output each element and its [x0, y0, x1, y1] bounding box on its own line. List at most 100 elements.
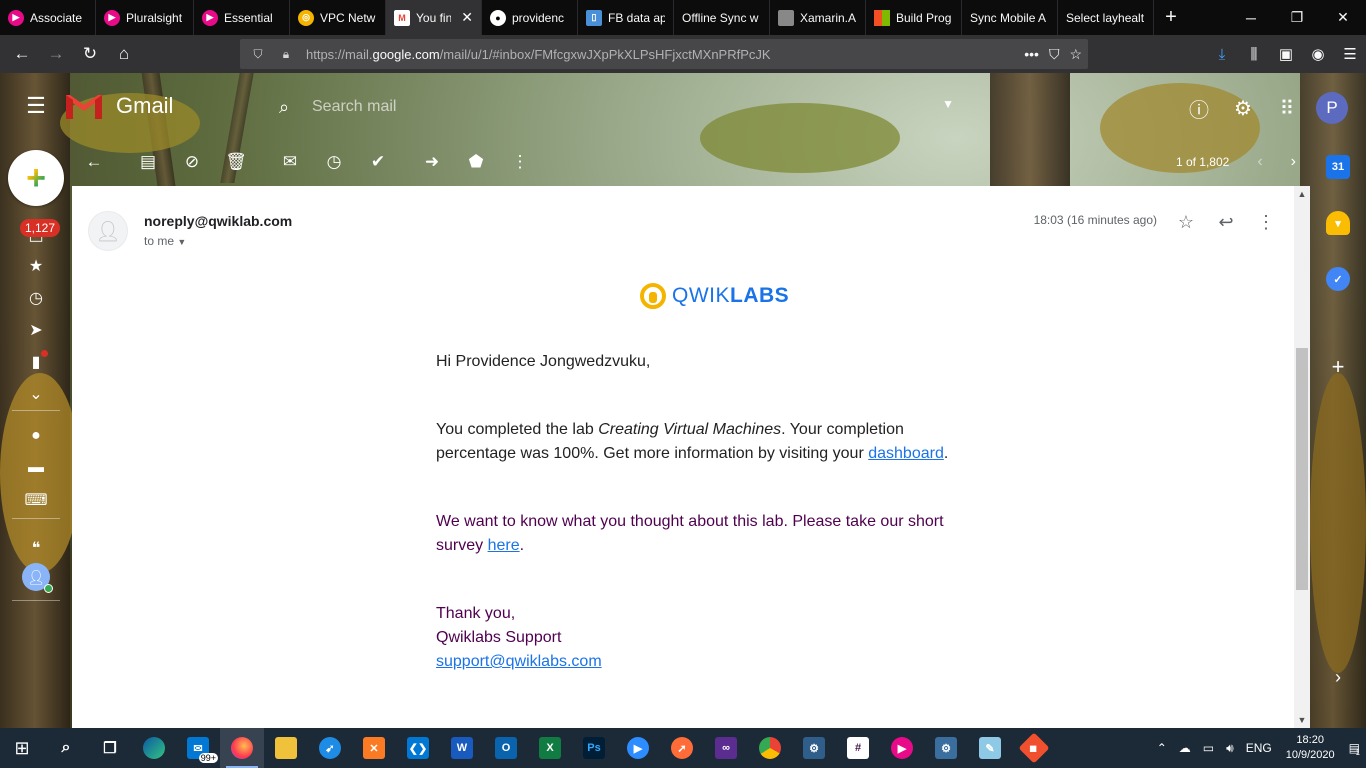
drafts-icon[interactable]: ▮ [22, 350, 50, 374]
archive-icon[interactable]: ▤ [126, 142, 170, 182]
language-indicator[interactable]: ENG [1240, 741, 1278, 755]
snoozed-icon[interactable]: ◷ [22, 286, 50, 310]
close-tab-icon[interactable]: ✕ [461, 9, 473, 26]
show-hidden-icons-chevron-icon[interactable]: ⌃ [1151, 741, 1173, 755]
download-icon[interactable]: ⤓ [1206, 46, 1238, 63]
browser-tab[interactable]: ▶ Essential [194, 0, 290, 35]
git-icon[interactable]: ◆ [1012, 728, 1056, 768]
shield-icon[interactable]: ⛉ [248, 47, 268, 62]
browser-tab[interactable]: ▯ FB data ap [578, 0, 674, 35]
firefox-icon[interactable] [220, 728, 264, 768]
gmail-logo-icon[interactable] [64, 91, 104, 121]
new-tab-button[interactable]: + [1154, 0, 1188, 35]
older-icon[interactable]: › [1291, 153, 1296, 171]
show-details-icon[interactable]: ▼ [177, 237, 186, 247]
sent-icon[interactable]: ➤ [22, 318, 50, 342]
restore-icon[interactable]: ❐ [1274, 0, 1320, 35]
browser-tab[interactable]: Build Prog [866, 0, 962, 35]
reload-icon[interactable]: ↻ [74, 38, 106, 70]
file-explorer-icon[interactable] [264, 728, 308, 768]
minimize-icon[interactable]: ─ [1228, 0, 1274, 35]
tasks-icon[interactable]: ✓ [1326, 267, 1350, 291]
browser-tab[interactable]: Xamarin.A [770, 0, 866, 35]
recipient-details[interactable]: to me ▼ [144, 234, 186, 248]
survey-link[interactable]: here [488, 537, 520, 554]
word-icon[interactable]: W [440, 728, 484, 768]
support-email-link[interactable]: support@qwiklabs.com [436, 653, 602, 670]
zoom-icon[interactable]: ▶ [616, 728, 660, 768]
help-icon[interactable]: ⓘ [1184, 93, 1214, 123]
home-icon[interactable]: ⌂ [108, 38, 140, 70]
browser-tab-active[interactable]: M You fin ✕ [386, 0, 482, 35]
snooze-icon[interactable]: ◷ [312, 142, 356, 182]
report-spam-icon[interactable]: ⊘ [170, 142, 214, 182]
reply-icon[interactable]: ↩ [1212, 208, 1240, 236]
edge-icon[interactable] [132, 728, 176, 768]
more-actions-icon[interactable]: ⋮ [498, 142, 542, 182]
bookmark-star-icon[interactable]: ☆ [1069, 46, 1082, 63]
database-tool-icon[interactable]: ⚙ [924, 728, 968, 768]
hangouts-icon[interactable]: ● [22, 424, 50, 448]
search-input[interactable] [312, 98, 872, 116]
vscode-icon[interactable]: ❮❯ [396, 728, 440, 768]
starred-icon[interactable]: ★ [22, 254, 50, 278]
scroll-thumb[interactable] [1296, 348, 1308, 590]
get-addons-plus-icon[interactable]: + [1326, 354, 1350, 379]
notepad-icon[interactable]: ✎ [968, 728, 1012, 768]
calendar-icon[interactable]: 31 [1326, 155, 1350, 179]
sidebar-icon[interactable]: ▣ [1270, 45, 1302, 63]
sql-server-icon[interactable]: ⚙ [792, 728, 836, 768]
browser-tab[interactable]: ▶ Pluralsight [96, 0, 194, 35]
notifications-icon[interactable]: ▤ 1 [1343, 741, 1366, 757]
gmail-wordmark[interactable]: Gmail [116, 93, 173, 119]
battery-icon[interactable]: ▭ [1197, 741, 1220, 755]
back-icon[interactable]: ← [6, 38, 38, 70]
message-scrollbar[interactable]: ▲ ▼ [1294, 186, 1310, 728]
page-actions-icon[interactable]: ••• [1024, 46, 1039, 62]
library-icon[interactable]: ⫼ [1238, 46, 1270, 63]
more-chevron-down-icon[interactable]: ⌄ [22, 382, 50, 406]
settings-gear-icon[interactable]: ⚙ [1228, 93, 1258, 123]
main-menu-icon[interactable]: ☰ [22, 95, 50, 117]
compose-button[interactable]: + [8, 150, 64, 206]
dashboard-link[interactable]: dashboard [868, 445, 944, 462]
browser-tab[interactable]: ● providenc [482, 0, 578, 35]
delete-icon[interactable]: 🗑︎ [214, 142, 258, 182]
sender-address[interactable]: noreply@qwiklab.com [144, 213, 292, 229]
star-message-icon[interactable]: ☆ [1172, 208, 1200, 236]
browser-tab[interactable]: Offline Sync w [674, 0, 770, 35]
volume-icon[interactable]: 🔊︎ [1220, 741, 1240, 756]
browser-tab[interactable]: Sync Mobile A [962, 0, 1058, 35]
move-to-icon[interactable]: ➜ [410, 142, 454, 182]
meet-video-icon[interactable]: ▬ [22, 456, 50, 480]
safari-compass-icon[interactable]: ➹ [308, 728, 352, 768]
chrome-icon[interactable] [748, 728, 792, 768]
search-options-icon[interactable]: ▼ [942, 97, 954, 111]
pluralsight-icon[interactable]: ▶ [880, 728, 924, 768]
mark-unread-icon[interactable]: ✉ [268, 142, 312, 182]
expand-panel-chevron-icon[interactable]: › [1326, 665, 1350, 689]
apps-grid-icon[interactable]: ⠿ [1272, 93, 1302, 123]
account-icon[interactable]: ◉ [1302, 45, 1334, 63]
task-view-icon[interactable]: ❐ [88, 728, 132, 768]
add-to-tasks-icon[interactable]: ✔ [356, 142, 400, 182]
hangouts-chat-icon[interactable]: ❝ [22, 536, 50, 560]
account-avatar[interactable]: P [1316, 92, 1348, 124]
scroll-up-icon[interactable]: ▲ [1294, 186, 1310, 202]
browser-tab[interactable]: ▶ Associate [0, 0, 96, 35]
label-icon[interactable]: ⬟ [454, 142, 498, 182]
back-to-inbox-icon[interactable]: ← [72, 142, 116, 182]
browser-tab[interactable]: Select layhealt [1058, 0, 1154, 35]
visual-studio-icon[interactable]: ∞ [704, 728, 748, 768]
photoshop-icon[interactable]: Ps [572, 728, 616, 768]
keyboard-icon[interactable]: ⌨ [22, 488, 50, 512]
browser-tab[interactable]: ◎ VPC Netw [290, 0, 386, 35]
newer-icon[interactable]: ‹ [1257, 153, 1262, 171]
close-window-icon[interactable]: ✕ [1320, 0, 1366, 35]
scroll-down-icon[interactable]: ▼ [1294, 712, 1310, 728]
keep-icon[interactable]: ▾ [1326, 211, 1350, 235]
lock-icon[interactable]: 🔒︎ [276, 47, 296, 62]
mail-app-icon[interactable]: ✉ 99+ [176, 728, 220, 768]
outlook-icon[interactable]: O [484, 728, 528, 768]
excel-icon[interactable]: X [528, 728, 572, 768]
